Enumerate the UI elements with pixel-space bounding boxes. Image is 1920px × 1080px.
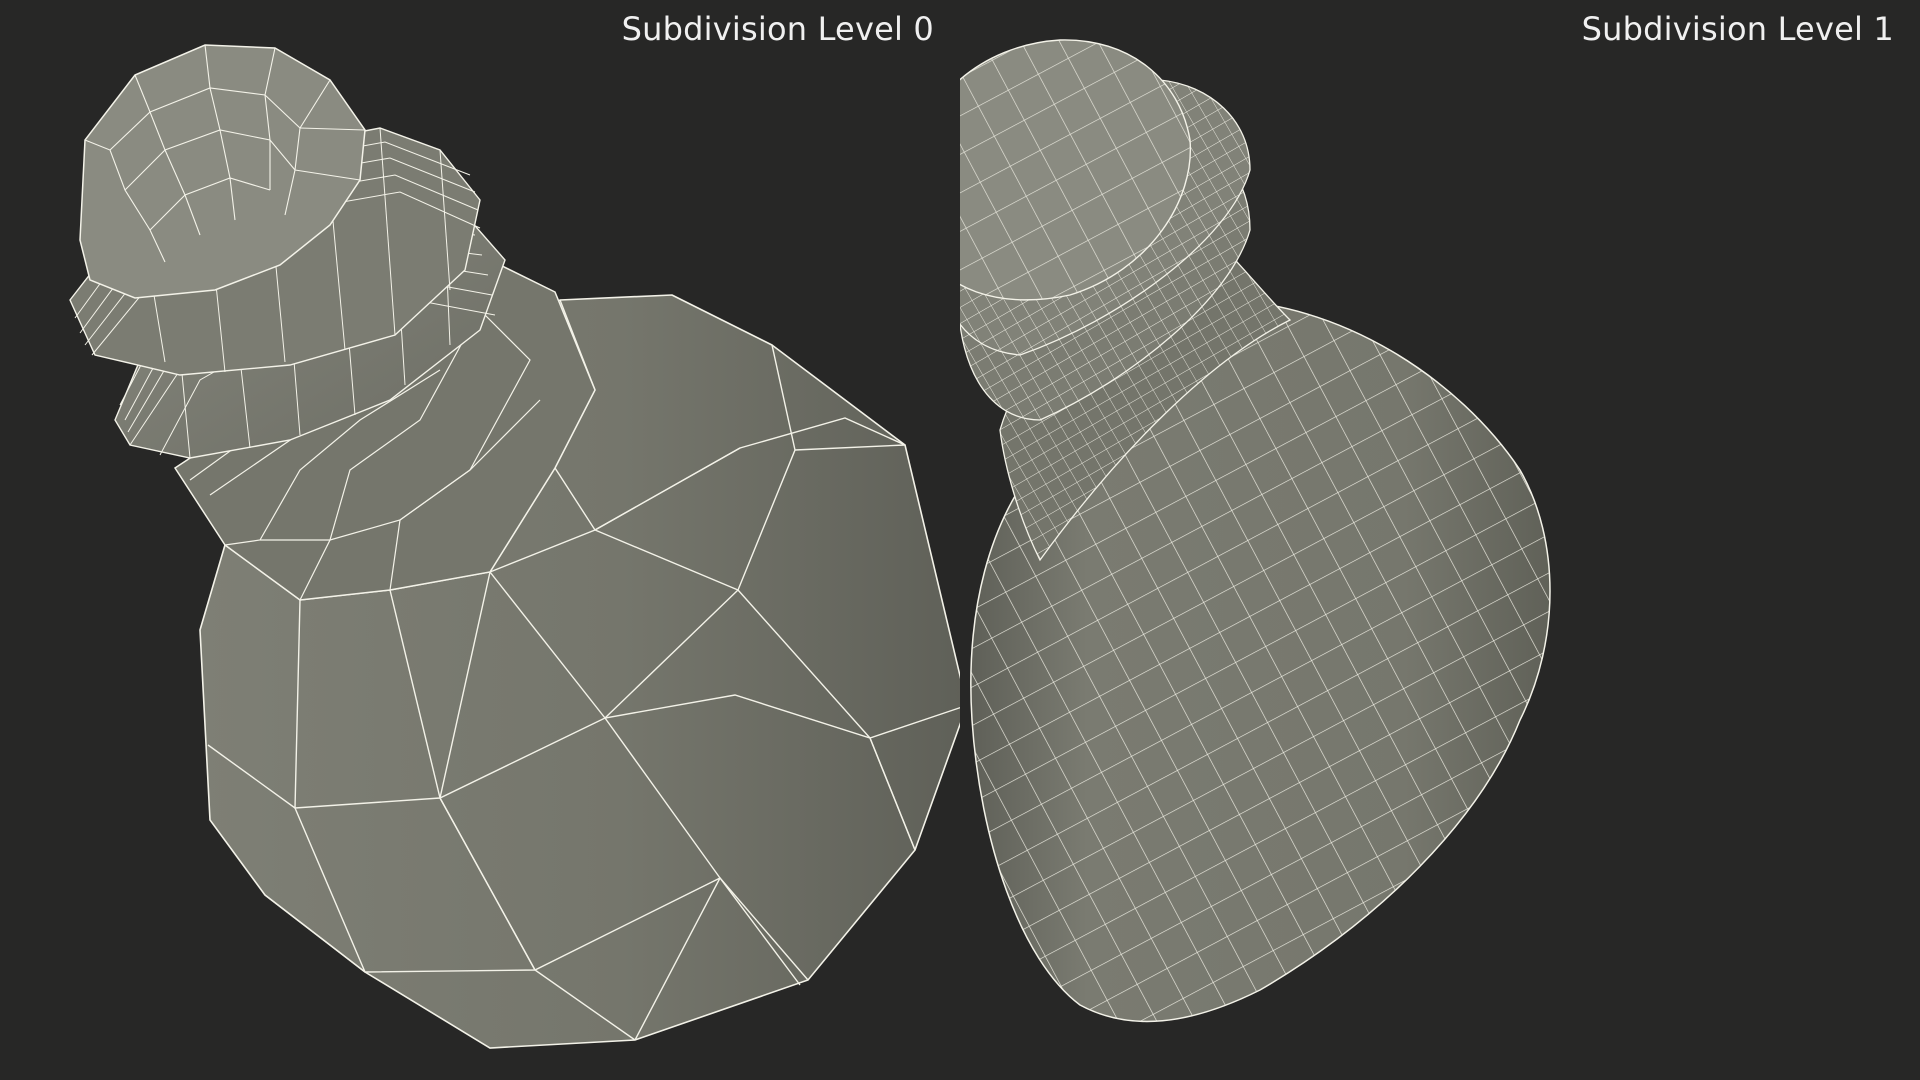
panel-label-level0: Subdivision Level 0: [621, 10, 934, 48]
render-viewport: Subdivision Level 0 Subdivision Level 1: [0, 0, 1920, 1080]
bottle-level1-render: [960, 39, 1551, 1023]
panel-label-level1: Subdivision Level 1: [1581, 10, 1894, 48]
bottle-level0-render: [69, 44, 960, 1049]
